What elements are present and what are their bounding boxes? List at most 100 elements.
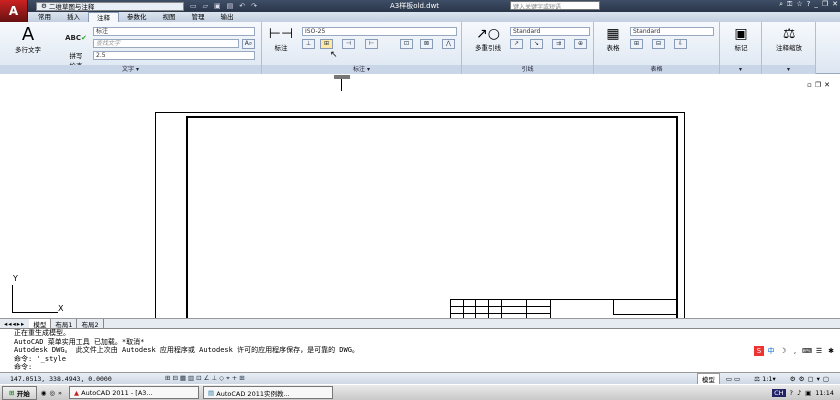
volume-icon[interactable]: ♪ (797, 389, 801, 397)
ribbon: A 多行文字 ABC✔ 拼写 检查 标注 查找文字 A⌕ 2.5 文字 ▾ ⊢⊣… (0, 22, 840, 74)
multiline-text-button[interactable]: A 多行文字 (10, 26, 46, 55)
multileader-icon: ↗○ (476, 26, 500, 42)
redo-icon[interactable]: ↷ (251, 2, 257, 10)
help-tray-icon[interactable]: ? (790, 389, 793, 397)
dim-oblique-icon[interactable]: ⋀ (442, 39, 455, 49)
drafting-toggles[interactable]: ⊞⊟▦▥⊡∠⊥◇⌖+⊞ (165, 374, 247, 383)
tab-manage[interactable]: 管理 (184, 12, 213, 22)
text-panel-label[interactable]: 文字 ▾ (0, 65, 261, 74)
leaders-panel-label[interactable]: 引线 (462, 65, 593, 74)
tab-view[interactable]: 视图 (155, 12, 184, 22)
skin-icon[interactable]: ☰ (814, 346, 824, 356)
star-icon[interactable]: ☆ (796, 0, 802, 9)
download-data-icon[interactable]: ⇩ (674, 39, 687, 49)
ucs-x-label: X (58, 304, 64, 313)
multileader-style-select[interactable]: Standard (510, 27, 590, 36)
punctuation-icon[interactable]: , (790, 346, 800, 356)
annotation-scale-indicator[interactable]: ⚖ 1:1▾ (748, 375, 782, 383)
undo-icon[interactable]: ↶ (239, 2, 245, 10)
find-text-input[interactable]: 查找文字 (93, 39, 239, 48)
ime-chinese-mode[interactable]: 中 (766, 346, 776, 356)
open-file-icon[interactable]: ▱ (203, 2, 208, 10)
tab-home[interactable]: 常用 (30, 12, 59, 22)
taskbar-item-tutorial[interactable]: ▤ AutoCAD 2011实例教... (203, 386, 334, 399)
collect-leader-icon[interactable]: ⊕ (574, 39, 587, 49)
dimension-button[interactable]: ⊢⊣ 标注 (266, 26, 296, 52)
clock[interactable]: 11:14 (815, 389, 834, 397)
markup-panel-label[interactable]: ▾ (720, 65, 761, 74)
table-style-select[interactable]: Standard (630, 27, 714, 36)
workspace-switcher[interactable]: ⚙ 二维草图与注释 (36, 1, 184, 11)
search-icon[interactable]: ⌕ (779, 0, 783, 9)
start-button[interactable]: ⊞ 开始 (2, 385, 37, 400)
help-icon[interactable]: ? (807, 0, 811, 9)
command-window[interactable]: 正在重生成模型。 AutoCAD 菜单实用工具 已加载。*取消* Autodes… (0, 328, 840, 372)
dim-baseline-icon[interactable]: ⊥ (302, 39, 315, 49)
model-space-button[interactable]: 模型 (696, 372, 720, 385)
restore-icon[interactable]: ❐ (822, 0, 828, 9)
status-tray-icons[interactable]: ⚙⚙▢▾▢ (782, 375, 840, 383)
annotation-scaling-button[interactable]: ⚖ 注释缩放 (766, 26, 812, 52)
markup-panel: ▣ 标记 ▾ (720, 22, 762, 74)
multileader-button[interactable]: ↗○ 多重引线 (466, 26, 510, 52)
add-leader-icon[interactable]: ↗ (510, 39, 523, 49)
markup-button[interactable]: ▣ 标记 (724, 26, 758, 52)
link-data-icon[interactable]: ⊞ (630, 39, 643, 49)
tab-layout1[interactable]: 布局1 (51, 318, 78, 329)
dim-break-icon[interactable]: ⊣ (342, 39, 355, 49)
tab-annotate[interactable]: 注释 (88, 12, 119, 22)
text-height-select[interactable]: 2.5 (93, 51, 255, 60)
find-replace-icon[interactable]: A⌕ (242, 39, 255, 49)
dimensions-panel-label[interactable]: 标注 ▾ (262, 65, 461, 74)
text-style-select[interactable]: 标注 (93, 27, 255, 36)
tab-nav-arrows-icon[interactable]: ◂◂◂▸▸ (0, 320, 29, 328)
command-history-line: 正在重生成模型。 (14, 329, 70, 337)
search-input[interactable]: 键入关键字或短语 (510, 1, 600, 11)
tab-insert[interactable]: 插入 (59, 12, 88, 22)
align-leader-icon[interactable]: ⇉ (552, 39, 565, 49)
command-history-line: 命令: '_style (14, 354, 66, 363)
close-drawing-icon[interactable]: ✕ (824, 81, 830, 89)
minimize-drawing-icon[interactable]: ▫ (807, 81, 812, 89)
restore-drawing-icon[interactable]: ❐ (815, 81, 821, 89)
minimize-icon[interactable]: _ (814, 0, 818, 9)
sogou-icon[interactable]: S (754, 346, 764, 356)
tab-output[interactable]: 输出 (213, 12, 242, 22)
new-file-icon[interactable]: ▭ (190, 2, 197, 10)
quick-launch-icons[interactable]: ◉◎» (41, 389, 65, 397)
dim-update-icon[interactable]: ⊠ (420, 39, 433, 49)
tab-parametric[interactable]: 参数化 (119, 12, 155, 22)
tab-model[interactable]: 模型 (29, 318, 52, 329)
print-icon[interactable]: ▤ (227, 2, 234, 10)
settings-icon[interactable]: ✱ (826, 346, 836, 356)
dim-adjust-icon[interactable]: ⊢ (365, 39, 378, 49)
language-indicator[interactable]: CH (772, 388, 786, 397)
keyboard-icon[interactable]: ⌨ (802, 346, 812, 356)
abc-check-icon: ABC✔ (65, 34, 87, 42)
network-icon[interactable]: ▣ (805, 389, 811, 397)
table-button[interactable]: ▦ 表格 (598, 26, 628, 52)
layout-quick-view-icon[interactable]: ▭▭ (720, 375, 748, 383)
extract-data-icon[interactable]: ⊟ (652, 39, 665, 49)
drawing-area[interactable]: ▫ ❐ ✕ Y X (0, 75, 840, 326)
tab-layout2[interactable]: 布局2 (77, 318, 104, 329)
windows-taskbar: ⊞ 开始 ◉◎» ▲ AutoCAD 2011 - [A3... ▤ AutoC… (0, 384, 840, 400)
command-prompt[interactable]: 命令: (14, 363, 840, 372)
annotation-scaling-panel-label[interactable]: ▾ (762, 65, 815, 74)
dimension-icon: ⊢⊣ (268, 26, 294, 42)
drawing-frame (186, 116, 678, 326)
save-icon[interactable]: ▣ (214, 2, 221, 10)
markup-icon: ▣ (734, 26, 748, 42)
moon-icon[interactable]: ☽ (778, 346, 788, 356)
tables-panel-label[interactable]: 表格 (594, 65, 719, 74)
remove-leader-icon[interactable]: ↘ (530, 39, 543, 49)
close-icon[interactable]: ✕ (832, 0, 838, 9)
taskbar-item-autocad[interactable]: ▲ AutoCAD 2011 - [A3... (69, 386, 200, 399)
key-icon[interactable]: ⚿ (787, 0, 792, 9)
dim-continue-icon[interactable]: ⊞ (320, 39, 333, 49)
dim-inspect-icon[interactable]: ⊡ (400, 39, 413, 49)
table-icon: ▦ (606, 26, 620, 42)
leaders-panel: ↗○ 多重引线 Standard ↗ ↘ ⇉ ⊕ 引线 (462, 22, 594, 74)
application-menu-button[interactable]: A (0, 0, 28, 22)
dimension-style-select[interactable]: ISO-25 (302, 27, 457, 36)
